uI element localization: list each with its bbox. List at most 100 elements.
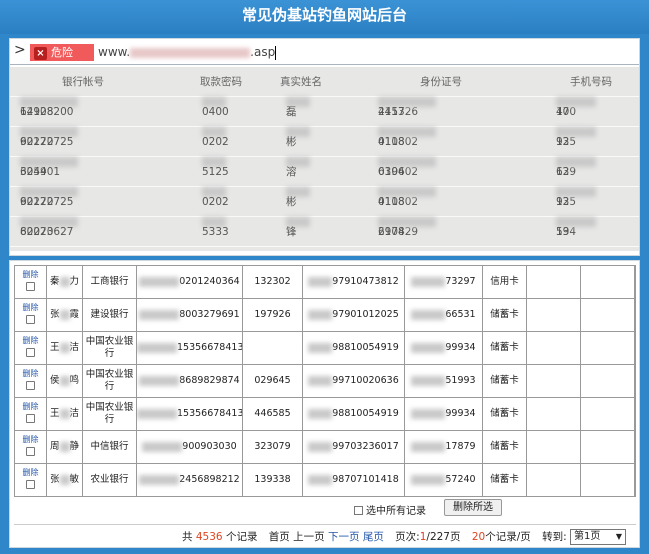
danger-label: 危险 xyxy=(51,46,73,59)
cell-phone: 97910473812 xyxy=(303,266,405,298)
url-field[interactable]: www. .asp xyxy=(94,44,614,61)
delete-link[interactable]: 删除 xyxy=(15,335,46,346)
cell-id_tail: 57240 xyxy=(405,464,483,496)
table-row: 62270 90122725 0202 彬 410802 0118 135 92 xyxy=(10,187,639,217)
next-page-link[interactable]: 下一页 xyxy=(328,531,360,543)
prev-page-link[interactable]: 上一页 xyxy=(293,531,325,543)
redacted xyxy=(308,309,333,320)
cell-card: 900903030 xyxy=(137,431,243,463)
cell-bank: 农业银行 xyxy=(83,464,137,496)
browser-window: > × 危险 www. .asp 银行帐号 取款密码 真实姓名 身份证号 手机号码 … xyxy=(9,38,640,256)
card-type: 储蓄卡 xyxy=(490,408,519,419)
cell-name: 王洁 xyxy=(47,332,83,364)
row-checkbox[interactable] xyxy=(26,348,35,357)
cell-e2 xyxy=(581,299,635,331)
first-page-link[interactable]: 首页 xyxy=(269,531,290,543)
delete-link[interactable]: 删除 xyxy=(15,368,46,379)
bank-name: 农业银行 xyxy=(90,474,129,485)
row-checkbox[interactable] xyxy=(26,447,35,456)
cell-del: 删除 xyxy=(15,266,47,298)
danger-badge[interactable]: × 危险 xyxy=(30,44,94,61)
delete-link[interactable]: 删除 xyxy=(15,401,46,412)
cell-card: 8003279691 xyxy=(137,299,243,331)
cell-card: 2456898212 xyxy=(137,464,243,496)
redacted xyxy=(308,408,333,419)
password: 446585 xyxy=(254,408,291,419)
bank-name: 中国农业银行 xyxy=(85,336,134,359)
cell-type: 信用卡 xyxy=(483,266,527,298)
table-row: 删除王洁中国农业银行 15356678413 446585 98810054919 99… xyxy=(15,398,635,431)
redacted xyxy=(137,408,177,419)
select-all-label: 选中所有记录 xyxy=(366,506,426,517)
phone-number: 99703236017 xyxy=(332,441,399,452)
delete-selected-button[interactable]: 删除所选 xyxy=(444,499,502,516)
bank-name: 中国农业银行 xyxy=(85,369,134,392)
url-prefix: www. xyxy=(98,45,131,59)
phone-number: 97910473812 xyxy=(332,276,399,287)
cell-e1 xyxy=(527,266,581,298)
table-row: 62270 80023627 5333 锋 610429 2978 134 59 xyxy=(10,217,639,247)
cell-e2 xyxy=(581,332,635,364)
id-tail: 99934 xyxy=(445,342,476,353)
cell-id_tail: 66531 xyxy=(405,299,483,331)
cell-e1 xyxy=(527,464,581,496)
page-title: 常见伪基站钓鱼网站后台 xyxy=(0,0,649,34)
cell-e2 xyxy=(581,431,635,463)
cell-pwd: 323079 xyxy=(243,431,303,463)
id-tail: 57240 xyxy=(445,474,476,485)
bulk-actions: 选中所有记录 删除所选 xyxy=(14,499,636,521)
cell-type: 储蓄卡 xyxy=(483,365,527,397)
redacted xyxy=(308,375,333,386)
cell-id_tail: 51993 xyxy=(405,365,483,397)
row-checkbox[interactable] xyxy=(26,315,35,324)
redacted xyxy=(308,474,333,485)
phone-number: 99710020636 xyxy=(332,375,399,386)
delete-link[interactable]: 删除 xyxy=(15,269,46,280)
url-redacted xyxy=(130,47,251,58)
cell-e1 xyxy=(527,431,581,463)
row-checkbox[interactable] xyxy=(26,480,35,489)
select-all-checkbox[interactable]: 选中所有记录 xyxy=(354,502,426,517)
cell-name: 张霞 xyxy=(47,299,83,331)
cell-type: 储蓄卡 xyxy=(483,332,527,364)
redacted xyxy=(59,474,70,485)
row-checkbox[interactable] xyxy=(26,414,35,423)
name-first: 张 xyxy=(49,309,60,320)
card-type: 储蓄卡 xyxy=(490,342,519,353)
redacted xyxy=(142,441,183,452)
redacted xyxy=(139,309,180,320)
delete-link[interactable]: 删除 xyxy=(15,434,46,445)
card-type: 储蓄卡 xyxy=(490,375,519,386)
cell-bank: 中国农业银行 xyxy=(83,398,137,430)
cell-phone: 98810054919 xyxy=(303,332,405,364)
delete-link[interactable]: 删除 xyxy=(15,467,46,478)
row-checkbox[interactable] xyxy=(26,381,35,390)
cell-phone: 98707101418 xyxy=(303,464,405,496)
cell-id_tail: 17879 xyxy=(405,431,483,463)
page-select[interactable]: 第1页 ▼ xyxy=(570,529,626,545)
card-number: 15356678413 xyxy=(177,408,243,419)
name-first: 王 xyxy=(49,342,60,353)
name-first: 秦 xyxy=(49,276,60,287)
address-bar[interactable]: > × 危险 www. .asp xyxy=(10,39,639,65)
per-page-suffix: 个记录/页 xyxy=(485,531,531,543)
cell-name: 张敏 xyxy=(47,464,83,496)
cell-bank: 工商银行 xyxy=(83,266,137,298)
cell-bank: 中国农业银行 xyxy=(83,365,137,397)
delete-link[interactable]: 删除 xyxy=(15,302,46,313)
name-last: 鸣 xyxy=(69,375,80,386)
cell-del: 删除 xyxy=(15,464,47,496)
cell-bank: 建设银行 xyxy=(83,299,137,331)
cell-card: 15356678413 xyxy=(137,332,243,364)
chevron-right-icon[interactable]: > xyxy=(14,42,26,58)
card-type: 储蓄卡 xyxy=(490,474,519,485)
redacted xyxy=(139,474,180,485)
last-page-link[interactable]: 尾页 xyxy=(363,531,384,543)
cell-name: 王洁 xyxy=(47,398,83,430)
cell-del: 删除 xyxy=(15,398,47,430)
password: 323079 xyxy=(254,441,291,452)
checkbox-box[interactable] xyxy=(354,506,363,515)
name-first: 张 xyxy=(49,474,60,485)
row-checkbox[interactable] xyxy=(26,282,35,291)
redacted xyxy=(59,276,70,287)
